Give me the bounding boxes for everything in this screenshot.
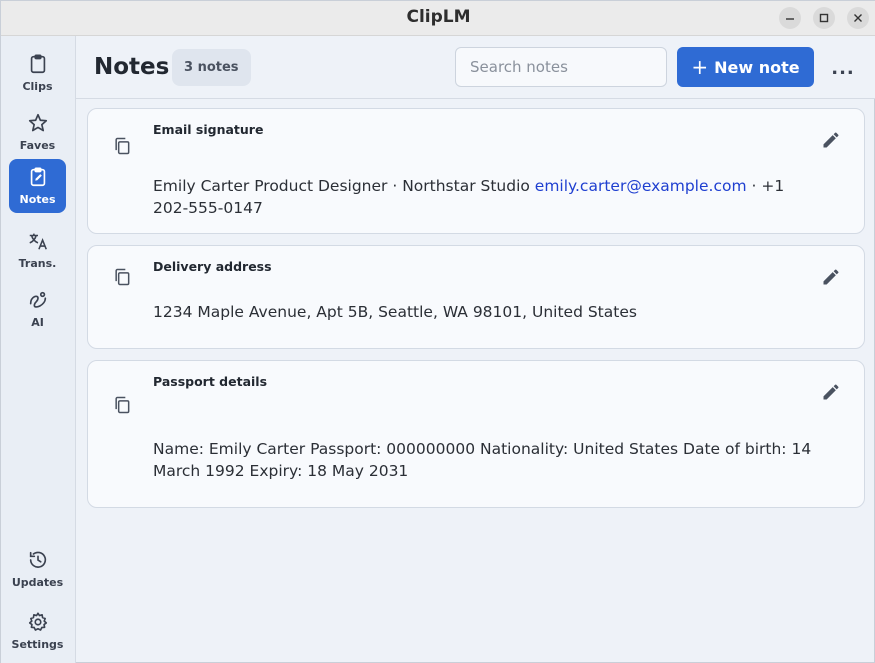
close-button[interactable] bbox=[847, 7, 869, 29]
translate-icon bbox=[28, 233, 47, 250]
sidebar: Clips Faves Notes Trans. AI Updates Sett… bbox=[1, 36, 76, 663]
notes-count-badge: 3 notes bbox=[172, 49, 251, 86]
sidebar-item-updates[interactable]: Updates bbox=[9, 542, 66, 596]
title-bar: ClipLM bbox=[1, 1, 875, 36]
new-note-button[interactable]: + New note bbox=[677, 47, 814, 87]
note-body: Emily Carter Product Designer · Northsta… bbox=[153, 175, 813, 219]
new-note-label: New note bbox=[714, 57, 800, 77]
clipboard-icon bbox=[30, 54, 45, 74]
sidebar-item-label: Clips bbox=[22, 80, 53, 93]
note-title: Delivery address bbox=[153, 259, 272, 274]
notes-header: Notes 3 notes + New note ... bbox=[76, 36, 875, 99]
sidebar-item-settings[interactable]: Settings bbox=[9, 604, 66, 658]
note-body: 1234 Maple Avenue, Apt 5B, Seattle, WA 9… bbox=[153, 303, 637, 321]
sidebar-item-ai[interactable]: AI bbox=[9, 282, 66, 336]
note-title: Email signature bbox=[153, 122, 264, 137]
ai-squiggle-icon bbox=[29, 291, 46, 308]
page-title: Notes bbox=[94, 54, 170, 80]
pencil-icon[interactable] bbox=[821, 130, 841, 150]
copy-icon[interactable] bbox=[112, 136, 132, 156]
note-title: Passport details bbox=[153, 374, 268, 389]
copy-icon[interactable] bbox=[112, 267, 132, 287]
maximize-button[interactable] bbox=[813, 7, 835, 29]
history-icon bbox=[29, 551, 46, 568]
minimize-button[interactable] bbox=[779, 7, 801, 29]
sidebar-item-label: AI bbox=[31, 316, 44, 329]
minimize-icon bbox=[786, 18, 794, 20]
sidebar-item-label: Notes bbox=[19, 193, 56, 206]
close-icon bbox=[854, 14, 862, 22]
note-edit-icon bbox=[30, 167, 45, 187]
sidebar-item-clips[interactable]: Clips bbox=[9, 46, 66, 100]
sidebar-item-notes[interactable]: Notes bbox=[9, 159, 66, 213]
window-title: ClipLM bbox=[406, 7, 471, 27]
sidebar-item-label: Updates bbox=[11, 576, 64, 589]
note-body: Name: Emily Carter Passport: 000000000 N… bbox=[153, 440, 812, 480]
sidebar-item-label: Faves bbox=[19, 139, 56, 152]
copy-icon[interactable] bbox=[112, 395, 132, 415]
pencil-icon[interactable] bbox=[821, 267, 841, 287]
more-options-button[interactable]: ... bbox=[828, 58, 858, 79]
star-icon bbox=[28, 113, 47, 132]
app-window: ClipLM Clips Faves Notes Trans. AI Updat… bbox=[0, 0, 875, 663]
sidebar-item-faves[interactable]: Faves bbox=[9, 105, 66, 159]
sidebar-item-label: Trans. bbox=[18, 257, 57, 270]
note-card-email-signature[interactable]: Email signature Emily Carter Product Des… bbox=[87, 108, 865, 234]
pencil-icon[interactable] bbox=[821, 382, 841, 402]
maximize-icon bbox=[819, 13, 829, 23]
note-card-delivery-address[interactable]: Delivery address 1234 Maple Avenue, Apt … bbox=[87, 245, 865, 349]
email-link[interactable]: emily.carter@example.com bbox=[535, 177, 747, 195]
note-card-passport-details[interactable]: Passport details Name: Emily Carter Pass… bbox=[87, 360, 865, 508]
search-input[interactable] bbox=[455, 47, 667, 87]
gear-icon bbox=[28, 612, 47, 631]
note-body-text: Emily Carter Product Designer · Northsta… bbox=[153, 177, 535, 195]
plus-icon: + bbox=[691, 55, 709, 79]
sidebar-item-label: Settings bbox=[11, 638, 64, 651]
sidebar-item-trans[interactable]: Trans. bbox=[9, 223, 66, 277]
